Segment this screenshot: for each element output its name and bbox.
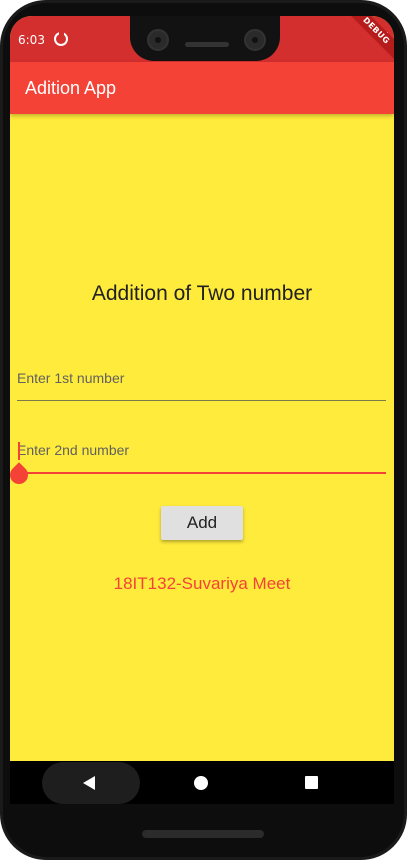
debug-banner: DEBUG bbox=[342, 16, 394, 65]
status-time: 6:03 bbox=[18, 33, 45, 47]
first-number-placeholder: Enter 1st number bbox=[17, 370, 125, 386]
app-screen: 6:03 DEBUG Adition App Addition of Two n… bbox=[10, 16, 394, 804]
second-number-placeholder: Enter 2nd number bbox=[17, 442, 130, 458]
recents-icon[interactable] bbox=[305, 776, 318, 789]
camera-notch bbox=[130, 16, 280, 61]
navigation-bar bbox=[10, 761, 394, 804]
camera-icon bbox=[244, 29, 266, 51]
page-heading: Addition of Two number bbox=[91, 282, 313, 305]
cursor-handle[interactable] bbox=[10, 462, 32, 488]
add-button[interactable]: Add bbox=[161, 506, 243, 540]
back-icon bbox=[83, 776, 95, 790]
home-icon[interactable] bbox=[194, 776, 208, 790]
app-bar: Adition App bbox=[10, 62, 394, 114]
earpiece-speaker bbox=[185, 42, 229, 47]
back-button[interactable] bbox=[42, 762, 140, 804]
text-cursor bbox=[18, 442, 20, 460]
camera-icon bbox=[147, 29, 169, 51]
second-number-field[interactable]: Enter 2nd number bbox=[10, 438, 386, 488]
app-title: Adition App bbox=[25, 78, 117, 98]
first-number-field[interactable]: Enter 1st number bbox=[17, 366, 386, 401]
author-credit: 18IT132-Suvariya Meet bbox=[113, 574, 291, 593]
sync-icon bbox=[54, 31, 68, 46]
bottom-speaker bbox=[142, 830, 264, 838]
